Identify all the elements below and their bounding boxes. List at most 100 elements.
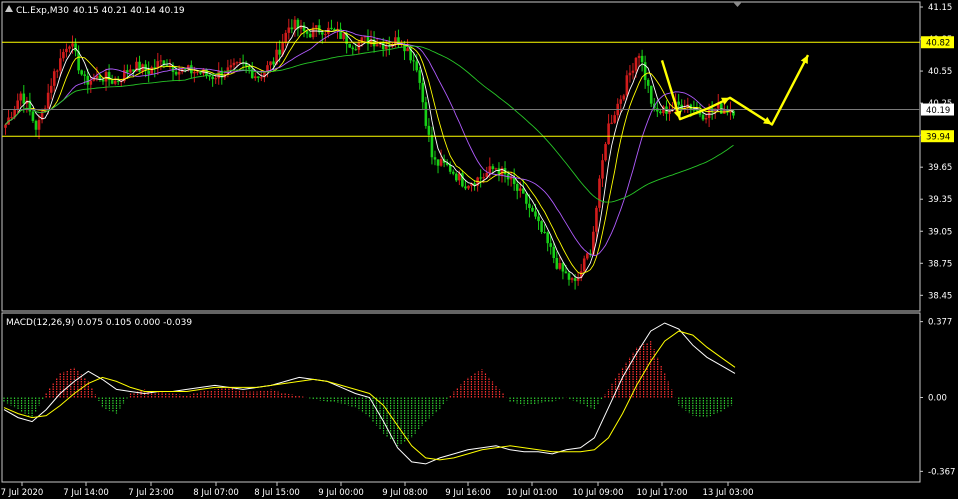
- price-tick-label: 39.65: [928, 163, 952, 173]
- candle-body: [324, 33, 327, 35]
- candle-body: [628, 72, 632, 76]
- price-tick-label: 39.35: [928, 195, 952, 205]
- forecast-arrow-path[interactable]: [660, 54, 810, 126]
- candle-body: [585, 253, 589, 259]
- candle-body: [455, 173, 458, 181]
- candle-body: [104, 72, 108, 82]
- candle-body: [436, 159, 440, 166]
- candle-body: [138, 61, 141, 72]
- candles: [4, 16, 735, 290]
- candle-body: [375, 44, 379, 47]
- ma-fast-line: [5, 25, 734, 279]
- time-tick-label: 8 Jul 15:00: [254, 488, 300, 498]
- candle-body: [604, 144, 607, 161]
- candle-body: [598, 178, 601, 208]
- candle-body: [196, 71, 199, 73]
- chart-shift-marker-icon: [733, 2, 742, 7]
- ma-slow-line: [5, 29, 734, 257]
- ma-mid-line: [5, 28, 734, 275]
- candle-body: [518, 188, 522, 191]
- candle-body: [71, 43, 74, 47]
- chart-canvas: 41.1540.8540.5540.2539.9539.6539.3539.05…: [1, 1, 956, 498]
- candle-body: [649, 85, 653, 104]
- candle-body: [677, 101, 680, 105]
- price-tick-label: 40.55: [928, 67, 952, 77]
- candle-body: [272, 61, 275, 65]
- candle-body: [528, 203, 531, 208]
- candle-body: [19, 93, 23, 101]
- time-tick-label: 13 Jul 03:00: [703, 488, 754, 498]
- candle-body: [464, 186, 467, 189]
- candle-body: [634, 57, 638, 71]
- candle-body: [631, 70, 635, 73]
- candle-body: [555, 257, 559, 269]
- time-tick-label: 10 Jul 01:00: [507, 488, 558, 498]
- candle-body: [439, 159, 443, 166]
- macd-title: MACD(12,26,9) 0.075 0.105 0.000 -0.039: [6, 318, 192, 328]
- candle-body: [433, 157, 437, 160]
- candle-body: [278, 49, 281, 55]
- candle-body: [610, 122, 613, 124]
- macd-plot: [3, 322, 736, 465]
- candle-body: [607, 123, 610, 145]
- candle-body: [284, 32, 288, 43]
- candle-body: [83, 74, 87, 76]
- price-tick-label: 39.05: [928, 227, 952, 237]
- candle-body: [415, 61, 419, 71]
- candle-body: [537, 216, 540, 222]
- candle-body: [80, 70, 83, 75]
- price-tick-label: 38.75: [928, 259, 952, 269]
- candle-body: [342, 33, 345, 39]
- candle-body: [637, 55, 641, 58]
- candle-body: [421, 82, 425, 103]
- candle-body: [564, 271, 568, 274]
- candle-body: [320, 32, 324, 35]
- price-panel-frame: [1, 1, 921, 312]
- candle-body: [558, 263, 562, 269]
- candle-body: [622, 95, 626, 100]
- candle-body: [126, 70, 129, 73]
- candle-body: [31, 111, 35, 121]
- candle-body: [305, 31, 309, 34]
- candle-body: [229, 65, 233, 68]
- candle-body: [174, 71, 178, 75]
- candle-body: [570, 278, 574, 280]
- candle-body: [601, 160, 604, 179]
- candle-body: [116, 80, 120, 82]
- candle-body: [110, 80, 114, 84]
- time-tick-label: 7 Jul 14:00: [63, 488, 109, 498]
- chart-shift-icon: [5, 5, 13, 12]
- candle-body: [482, 177, 486, 179]
- candle-body: [199, 71, 202, 74]
- time-tick-label: 7 Jul 2020: [1, 488, 44, 498]
- candle-body: [494, 168, 498, 170]
- chart-window: 41.1540.8540.5540.2539.9539.6539.3539.05…: [0, 0, 958, 499]
- candle-body: [573, 278, 577, 281]
- candle-body: [534, 211, 537, 217]
- candle-body: [62, 52, 65, 59]
- candle-body: [354, 49, 358, 51]
- candle-body: [247, 66, 251, 70]
- candle-body: [238, 62, 242, 64]
- axes: 41.1540.8540.5540.2539.9539.6539.3539.05…: [1, 3, 956, 498]
- candle-body: [147, 70, 150, 74]
- candle-body: [65, 48, 68, 53]
- candle-body: [525, 193, 528, 204]
- candle-body: [86, 75, 90, 85]
- candle-body: [56, 70, 59, 72]
- time-tick-label: 9 Jul 16:00: [445, 488, 491, 498]
- macd-tick-label: 0.377: [928, 318, 952, 328]
- candle-body: [150, 67, 154, 74]
- candle-body: [269, 61, 272, 66]
- candle-body: [659, 111, 662, 114]
- candle-body: [430, 134, 434, 158]
- candle-body: [34, 120, 38, 130]
- candle-body: [101, 79, 105, 82]
- candle-body: [394, 37, 397, 45]
- candle-body: [253, 76, 257, 79]
- candle-body: [491, 166, 495, 170]
- candle-body: [488, 166, 492, 173]
- time-tick-label: 8 Jul 07:00: [193, 488, 239, 498]
- price-tick-label: 38.45: [928, 291, 952, 301]
- candle-body: [4, 124, 7, 128]
